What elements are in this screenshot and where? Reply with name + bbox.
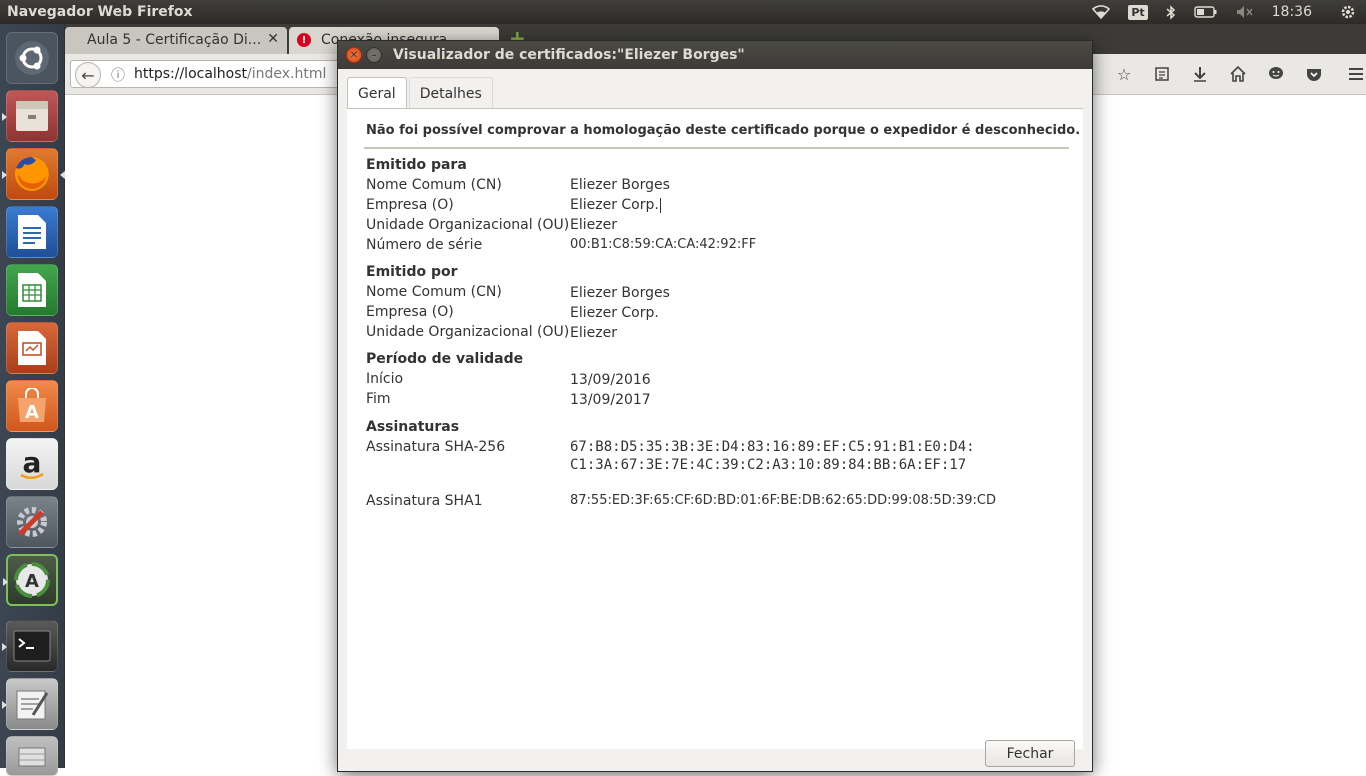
- trash-icon[interactable]: [6, 736, 58, 776]
- app-title: Navegador Web Firefox: [7, 4, 193, 20]
- launcher: A a A: [0, 24, 65, 776]
- running-indicator: [2, 701, 7, 709]
- unknown-issuer-warning: Não foi possível comprovar a homologação…: [366, 123, 1081, 138]
- certificate-viewer-dialog: ✕ – Visualizador de certificados:"Elieze…: [338, 41, 1092, 771]
- warning-icon: !: [297, 33, 311, 47]
- issued-by-heading: Emitido por: [366, 264, 458, 280]
- sha256-value-line1[interactable]: 67:B8:D5:35:3B:3E:D4:83:16:89:EF:C5:91:B…: [570, 438, 975, 456]
- site-info-icon[interactable]: ⓘ: [111, 65, 125, 85]
- sha256-value-line2[interactable]: C1:3A:67:3E:7E:4C:39:C2:A3:10:89:84:BB:6…: [570, 456, 966, 474]
- libreoffice-calc-icon[interactable]: [6, 264, 58, 316]
- running-indicator: [2, 643, 7, 651]
- running-indicator: [3, 578, 8, 586]
- battery-icon[interactable]: [1193, 6, 1218, 18]
- sha1-value[interactable]: 87:55:ED:3F:65:CF:6D:BD:01:6F:BE:DB:62:6…: [570, 493, 996, 508]
- libreoffice-impress-icon[interactable]: [6, 322, 58, 374]
- bookmark-star-icon[interactable]: ☆: [1105, 62, 1143, 86]
- keyboard-layout-indicator[interactable]: Pt: [1128, 4, 1148, 20]
- software-center-icon[interactable]: A: [6, 380, 58, 432]
- validity-start-value[interactable]: 13/09/2016: [570, 372, 651, 388]
- issued-by-cn-label: Nome Comum (CN): [366, 284, 502, 300]
- dialog-titlebar[interactable]: ✕ – Visualizador de certificados:"Elieze…: [338, 41, 1092, 69]
- issued-to-org-value[interactable]: Eliezer Corp.: [570, 197, 661, 213]
- close-tab-icon[interactable]: ✕: [267, 31, 279, 47]
- browser-tab-label: Aula 5 - Certificação Di...: [87, 32, 262, 48]
- system-settings-icon[interactable]: [6, 496, 58, 548]
- top-panel: Navegador Web Firefox Pt 18:36: [0, 0, 1366, 24]
- hamburger-menu-icon[interactable]: [1337, 62, 1366, 86]
- minimize-window-icon[interactable]: –: [366, 47, 382, 63]
- amazon-icon[interactable]: a: [6, 438, 58, 490]
- libreoffice-writer-icon[interactable]: [6, 206, 58, 258]
- running-indicator: [2, 171, 7, 179]
- clock[interactable]: 18:36: [1272, 4, 1312, 20]
- bluetooth-icon[interactable]: [1166, 4, 1176, 20]
- validity-heading: Período de validade: [366, 351, 524, 367]
- ubuntu-dash-icon[interactable]: [6, 32, 58, 84]
- issued-by-org-label: Empresa (O): [366, 304, 454, 320]
- dialog-tabs: Geral Detalhes: [347, 77, 495, 109]
- sha1-label: Assinatura SHA1: [366, 493, 483, 509]
- svg-text:a: a: [23, 446, 42, 479]
- validity-start-label: Início: [366, 371, 404, 387]
- home-icon[interactable]: [1219, 62, 1257, 86]
- tab-geral[interactable]: Geral: [347, 77, 407, 109]
- pocket-icon[interactable]: [1295, 62, 1333, 86]
- terminal-icon[interactable]: [2, 620, 58, 672]
- firefox-icon[interactable]: [2, 148, 65, 200]
- browser-tab-aula5[interactable]: Aula 5 - Certificação Di... ✕: [65, 27, 287, 54]
- back-arrow-icon[interactable]: ←: [75, 62, 101, 88]
- power-gear-icon[interactable]: [1340, 4, 1356, 20]
- signatures-heading: Assinaturas: [366, 419, 460, 435]
- running-indicator: [2, 113, 7, 121]
- chat-icon[interactable]: [1257, 62, 1295, 86]
- text-cursor: [659, 197, 661, 213]
- dialog-title: Visualizador de certificados:"Eliezer Bo…: [393, 47, 745, 63]
- issued-by-ou-value[interactable]: Eliezer: [570, 325, 617, 341]
- serial-number-value[interactable]: 00:B1:C8:59:CA:CA:42:92:FF: [570, 237, 756, 252]
- url-bar[interactable]: ← ⓘ https://localhost/index.html: [70, 60, 370, 88]
- separator: [364, 147, 1069, 149]
- validity-end-label: Fim: [366, 391, 391, 407]
- issued-to-ou-value[interactable]: Eliezer: [570, 217, 617, 233]
- focused-indicator: [60, 171, 65, 179]
- issued-by-cn-value[interactable]: Eliezer Borges: [570, 285, 670, 301]
- issued-to-cn-label: Nome Comum (CN): [366, 177, 502, 193]
- text-editor-icon[interactable]: [2, 678, 58, 730]
- issued-by-org-value[interactable]: Eliezer Corp.: [570, 305, 659, 321]
- sha256-label: Assinatura SHA-256: [366, 439, 506, 455]
- svg-text:A: A: [25, 571, 39, 592]
- wifi-icon[interactable]: [1092, 5, 1111, 19]
- files-icon[interactable]: [2, 90, 58, 142]
- svg-text:A: A: [25, 402, 39, 423]
- tab-detalhes[interactable]: Detalhes: [408, 77, 493, 109]
- validity-end-value[interactable]: 13/09/2017: [570, 392, 651, 408]
- general-tab-panel: Não foi possível comprovar a homologação…: [347, 108, 1083, 749]
- issued-to-cn-value[interactable]: Eliezer Borges: [570, 177, 670, 193]
- software-updater-icon[interactable]: A: [3, 554, 58, 606]
- issued-to-heading: Emitido para: [366, 157, 467, 173]
- bookmarks-list-icon[interactable]: [1143, 62, 1181, 86]
- close-button[interactable]: Fechar: [985, 740, 1075, 767]
- volume-muted-icon[interactable]: [1236, 5, 1254, 19]
- close-window-icon[interactable]: ✕: [346, 47, 362, 63]
- issued-to-org-label: Empresa (O): [366, 197, 454, 213]
- toolbar-icons: ☆: [1105, 62, 1366, 86]
- serial-number-label: Número de série: [366, 237, 483, 253]
- downloads-icon[interactable]: [1181, 62, 1219, 86]
- issued-by-ou-label: Unidade Organizacional (OU): [366, 324, 570, 340]
- system-tray: Pt 18:36: [1092, 0, 1366, 24]
- url-text: https://localhost/index.html: [134, 66, 327, 82]
- issued-to-ou-label: Unidade Organizacional (OU): [366, 217, 570, 233]
